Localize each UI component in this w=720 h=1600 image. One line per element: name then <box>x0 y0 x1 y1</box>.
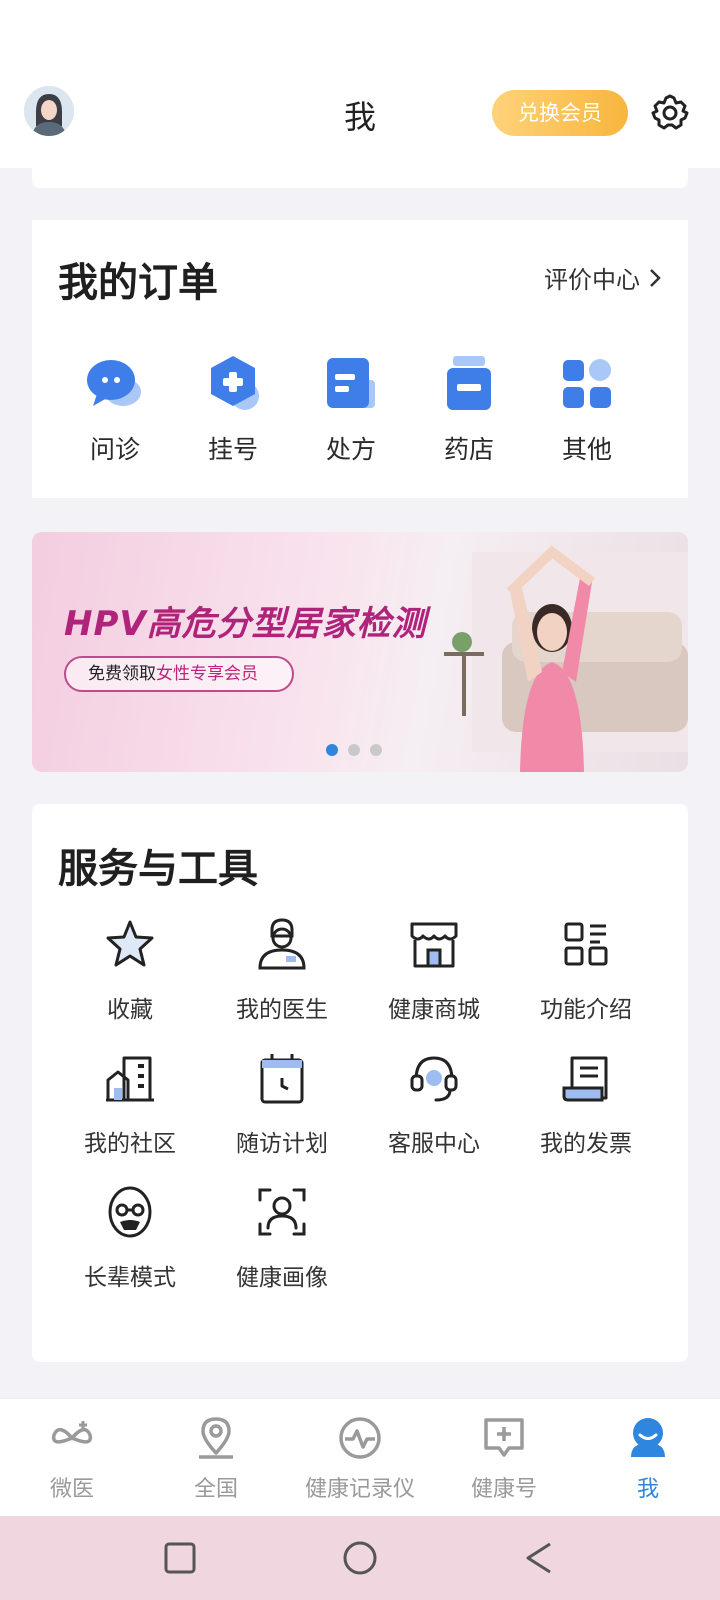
invoice-icon <box>562 1056 608 1102</box>
grid-icon <box>563 359 611 408</box>
service-my-community-label: 我的社区 <box>84 1131 176 1157</box>
chat-bubble-icon <box>87 360 141 406</box>
service-my-doctor-label: 我的医生 <box>236 997 328 1023</box>
recent-apps-icon[interactable] <box>160 1538 200 1578</box>
tab-health-recorder[interactable]: 健康记录仪 <box>290 1415 430 1503</box>
order-consultation[interactable]: 问诊 <box>60 352 170 466</box>
system-navigation-bar <box>0 1516 720 1600</box>
service-favorites[interactable]: 收藏 <box>60 916 200 1024</box>
tab-health-account-label: 健康号 <box>470 1477 537 1502</box>
calendar-clock-icon <box>260 1054 304 1104</box>
building-icon <box>106 1056 154 1102</box>
hexagon-plus-icon <box>211 356 259 410</box>
tab-weiyi[interactable]: 微医 <box>2 1415 142 1503</box>
redeem-membership-button[interactable]: 兑换会员 <box>492 90 628 136</box>
face-scan-icon <box>258 1188 306 1236</box>
orders-title: 我的订单 <box>58 260 218 306</box>
weiyi-logo-icon <box>51 1421 93 1444</box>
order-prescription-label: 处方 <box>325 435 376 464</box>
pulse-icon <box>339 1417 381 1459</box>
banner-cta-pill[interactable]: 免费领取女性专享会员 <box>64 656 294 692</box>
banner-pill-prefix: 免费领取 <box>88 664 156 684</box>
star-icon <box>106 920 154 967</box>
back-icon[interactable] <box>520 1538 560 1578</box>
order-other-label: 其他 <box>561 435 612 464</box>
profile-card-edge <box>32 168 688 188</box>
pill-bottle-icon <box>447 356 491 410</box>
carousel-indicator <box>326 744 382 756</box>
service-favorites-label: 收藏 <box>107 997 153 1023</box>
services-title: 服务与工具 <box>58 846 258 892</box>
location-pin-icon <box>199 1417 233 1459</box>
profile-icon <box>631 1418 665 1457</box>
tab-me-label: 我 <box>636 1477 659 1502</box>
order-prescription[interactable]: 处方 <box>296 352 406 466</box>
elder-icon <box>108 1186 152 1238</box>
service-followup-plan[interactable]: 随访计划 <box>212 1050 352 1158</box>
service-my-doctor[interactable]: 我的医生 <box>212 916 352 1024</box>
message-plus-icon <box>484 1418 524 1457</box>
chevron-right-icon <box>650 268 661 287</box>
prescription-icon <box>327 358 375 408</box>
home-icon[interactable] <box>340 1538 380 1578</box>
service-feature-intro-label: 功能介绍 <box>540 997 632 1023</box>
tab-weiyi-label: 微医 <box>49 1477 94 1502</box>
carousel-dot[interactable] <box>326 744 338 756</box>
order-pharmacy-label: 药店 <box>443 435 494 464</box>
tab-health-account[interactable]: 健康号 <box>434 1415 574 1503</box>
service-health-mall-label: 健康商城 <box>388 997 480 1023</box>
promo-banner[interactable]: HPV高危分型居家检测 免费领取女性专享会员 <box>32 532 688 772</box>
headset-icon <box>410 1056 458 1102</box>
review-center-link[interactable]: 评价中心 <box>544 260 662 295</box>
service-followup-plan-label: 随访计划 <box>236 1131 328 1157</box>
order-other[interactable]: 其他 <box>532 352 642 466</box>
order-pharmacy[interactable]: 药店 <box>414 352 524 466</box>
service-elder-mode-label: 长辈模式 <box>84 1265 176 1291</box>
services-card: 服务与工具 收藏 我的医生 健康商城 功能介绍 我的社区 随访计划 客服中心 我… <box>32 804 688 1362</box>
banner-title: HPV高危分型居家检测 <box>64 604 427 644</box>
store-icon <box>410 922 458 968</box>
order-consultation-label: 问诊 <box>89 435 140 464</box>
service-customer-service-label: 客服中心 <box>388 1131 480 1157</box>
banner-pill-highlight: 女性专享会员 <box>156 664 258 684</box>
orders-card: 我的订单 评价中心 问诊 挂号 处方 药店 其他 <box>32 220 688 498</box>
service-health-profile[interactable]: 健康画像 <box>212 1184 352 1292</box>
service-my-community[interactable]: 我的社区 <box>60 1050 200 1158</box>
service-elder-mode[interactable]: 长辈模式 <box>60 1184 200 1292</box>
bottom-tab-bar: 微医 全国 健康记录仪 健康号 我 <box>0 1398 720 1516</box>
tab-nationwide-label: 全国 <box>193 1477 238 1502</box>
service-health-profile-label: 健康画像 <box>236 1265 328 1291</box>
top-header: 我 兑换会员 <box>0 0 720 168</box>
doctor-icon <box>258 918 306 970</box>
carousel-dot[interactable] <box>348 744 360 756</box>
service-health-mall[interactable]: 健康商城 <box>364 916 504 1024</box>
service-feature-intro[interactable]: 功能介绍 <box>516 916 656 1024</box>
banner-illustration <box>444 545 688 772</box>
order-registration[interactable]: 挂号 <box>178 352 288 466</box>
layout-icon <box>564 922 608 966</box>
tab-health-recorder-label: 健康记录仪 <box>304 1477 415 1502</box>
service-customer-service[interactable]: 客服中心 <box>364 1050 504 1158</box>
order-registration-label: 挂号 <box>207 435 258 464</box>
tab-nationwide[interactable]: 全国 <box>146 1415 286 1503</box>
tab-me[interactable]: 我 <box>578 1415 718 1503</box>
review-center-label: 评价中心 <box>544 266 640 294</box>
settings-gear-icon[interactable] <box>650 93 690 133</box>
service-my-invoice-label: 我的发票 <box>540 1131 632 1157</box>
service-my-invoice[interactable]: 我的发票 <box>516 1050 656 1158</box>
carousel-dot[interactable] <box>370 744 382 756</box>
